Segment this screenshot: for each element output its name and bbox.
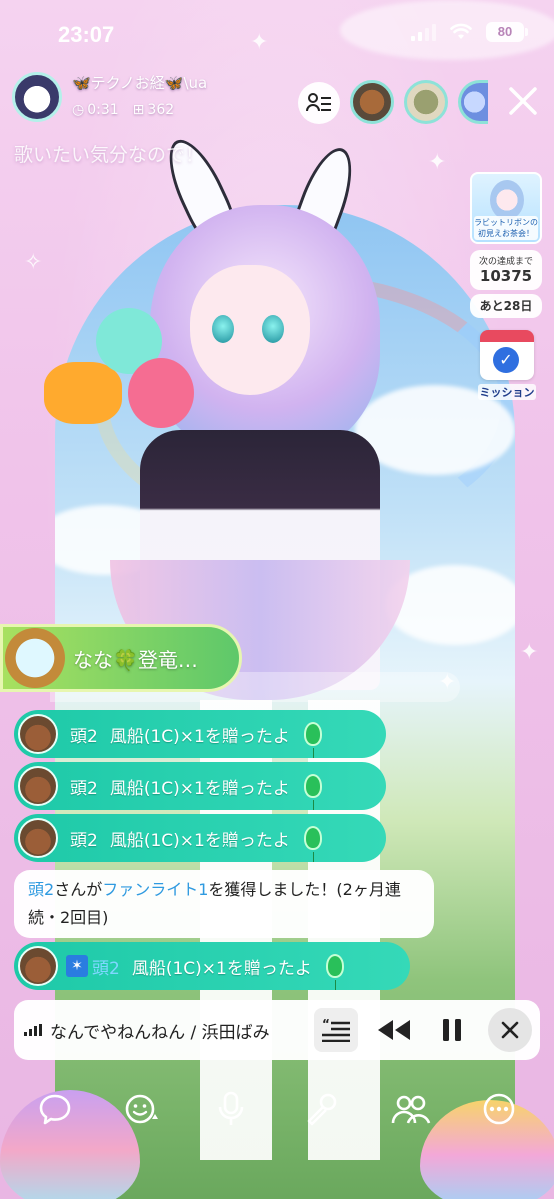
emoji-icon xyxy=(125,1094,158,1124)
host-name[interactable]: 🦋テクノお経🦋\ua xyxy=(72,72,207,93)
viewer-list-icon xyxy=(306,93,331,112)
gift-user: 頭2 xyxy=(70,726,98,747)
pause-button[interactable] xyxy=(430,1008,474,1052)
gift-user: 頭2 xyxy=(92,958,120,979)
rewind-icon xyxy=(378,1020,410,1040)
sparkle-decoration: ✦ xyxy=(428,150,447,175)
svg-text:“: “ xyxy=(322,1018,330,1031)
sparkle-decoration: ✧ xyxy=(24,250,43,275)
viewer-avatar[interactable] xyxy=(350,80,394,124)
collab-icon xyxy=(391,1095,431,1124)
goal-label: 次の達成まで xyxy=(478,257,533,267)
viewer-avatar[interactable] xyxy=(404,80,448,124)
chat-gift-message[interactable]: 頭2 風船(1C)×1を贈ったよ xyxy=(14,762,386,810)
pause-icon xyxy=(443,1019,461,1041)
gift-text: 風船(1C)×1を贈ったよ xyxy=(131,958,312,979)
fanlight-message: 頭2さんがファンライト1を獲得しました！(2ヶ月連続・2回目) xyxy=(14,870,434,938)
more-button[interactable] xyxy=(474,1084,524,1134)
goal-value: 10375 xyxy=(479,267,533,285)
bottom-toolbar xyxy=(0,1084,554,1134)
host-stats: ◷ 0:31 ⊞ 362 xyxy=(72,102,174,118)
chat-gift-message[interactable]: 頭2 風船(1C)×1を贈ったよ xyxy=(14,814,386,862)
signal-icon xyxy=(411,23,436,41)
music-player-bar[interactable]: なんでやねんねん / 浜田ばみ “ xyxy=(14,1000,540,1060)
sparkle-decoration: ✦ xyxy=(520,640,539,665)
mission-button[interactable]: ✓ ミッション xyxy=(478,330,536,404)
mic-button[interactable] xyxy=(206,1084,256,1134)
gift-user: 頭2 xyxy=(70,830,98,851)
song-title: なんでやねんねん / 浜田ばみ xyxy=(50,1022,270,1043)
gift-text: 風船(1C)×1を贈ったよ xyxy=(109,726,290,747)
lyrics-button[interactable]: “ xyxy=(314,1008,358,1052)
close-stream-button[interactable] xyxy=(500,78,546,124)
user-avatar xyxy=(18,818,58,858)
close-icon xyxy=(501,1021,519,1039)
status-time: 23:07 xyxy=(58,22,115,47)
battery-icon: 80 xyxy=(486,22,528,42)
sparkle-decoration: ✦ xyxy=(250,30,269,55)
gift-text: 風船(1C)×1を贈ったよ xyxy=(109,778,290,799)
rewind-button[interactable] xyxy=(372,1008,416,1052)
entrance-text: なな🍀登竜… xyxy=(73,647,198,672)
entrance-banner: なな🍀登竜… xyxy=(0,624,242,692)
emoji-button[interactable] xyxy=(118,1084,168,1134)
balloon-orange xyxy=(44,362,122,424)
duration-stat: ◷ 0:31 xyxy=(72,102,119,118)
fanlight-user[interactable]: 頭2 xyxy=(28,880,54,899)
avatar-face xyxy=(190,265,310,395)
fan-badge-icon: ✶ xyxy=(66,955,88,977)
points-icon: ⊞ xyxy=(132,102,145,118)
gift-user: 頭2 xyxy=(70,778,98,799)
check-icon: ✓ xyxy=(493,347,519,373)
balloon-icon xyxy=(325,954,344,990)
host-avatar[interactable] xyxy=(12,72,62,122)
comment-icon xyxy=(39,1094,71,1125)
entrance-badge xyxy=(5,628,65,688)
stream-points: 362 xyxy=(147,102,175,118)
goal-card[interactable]: 次の達成まで 10375 xyxy=(470,250,542,290)
lyrics-icon: “ xyxy=(322,1018,350,1042)
fanlight-text-a: さんが xyxy=(54,880,103,899)
balloon-icon xyxy=(303,826,322,862)
calendar-icon: ✓ xyxy=(480,330,534,380)
stream-subtitle: 歌いたい気分なので！ xyxy=(14,144,205,166)
balloon-icon xyxy=(303,722,322,758)
comment-button[interactable] xyxy=(30,1084,80,1134)
wifi-icon xyxy=(450,23,472,39)
gift-text: 風船(1C)×1を贈ったよ xyxy=(109,830,290,851)
balloon-pink xyxy=(128,358,194,428)
close-icon xyxy=(509,87,537,115)
days-left: あと28日 xyxy=(470,294,542,318)
more-icon xyxy=(483,1093,515,1125)
equalizer-icon xyxy=(24,1024,42,1036)
karaoke-mic-icon xyxy=(307,1093,337,1126)
chat-gift-message[interactable]: ✶ 頭2 風船(1C)×1を贈ったよ xyxy=(14,942,410,990)
event-banner-text: ラビットリボンの初見えお茶会！ xyxy=(474,216,538,240)
balloon-icon xyxy=(303,774,322,810)
user-avatar xyxy=(18,946,58,986)
user-avatar xyxy=(18,766,58,806)
collab-button[interactable] xyxy=(386,1084,436,1134)
chat-gift-message[interactable]: 頭2 風船(1C)×1を贈ったよ xyxy=(14,710,386,758)
fanlight-item: ファンライト1 xyxy=(102,880,209,899)
close-music-button[interactable] xyxy=(488,1008,532,1052)
viewer-list-button[interactable] xyxy=(298,82,340,124)
status-icons: 80 xyxy=(411,22,528,42)
user-avatar xyxy=(18,714,58,754)
mission-label: ミッション xyxy=(478,384,536,400)
karaoke-button[interactable] xyxy=(296,1084,346,1134)
mic-icon xyxy=(218,1091,244,1125)
event-banner[interactable]: ラビットリボンの初見えお茶会！ xyxy=(470,172,542,244)
points-stat: ⊞ 362 xyxy=(133,102,174,118)
clock-icon: ◷ xyxy=(72,102,85,118)
stream-duration: 0:31 xyxy=(87,102,119,118)
